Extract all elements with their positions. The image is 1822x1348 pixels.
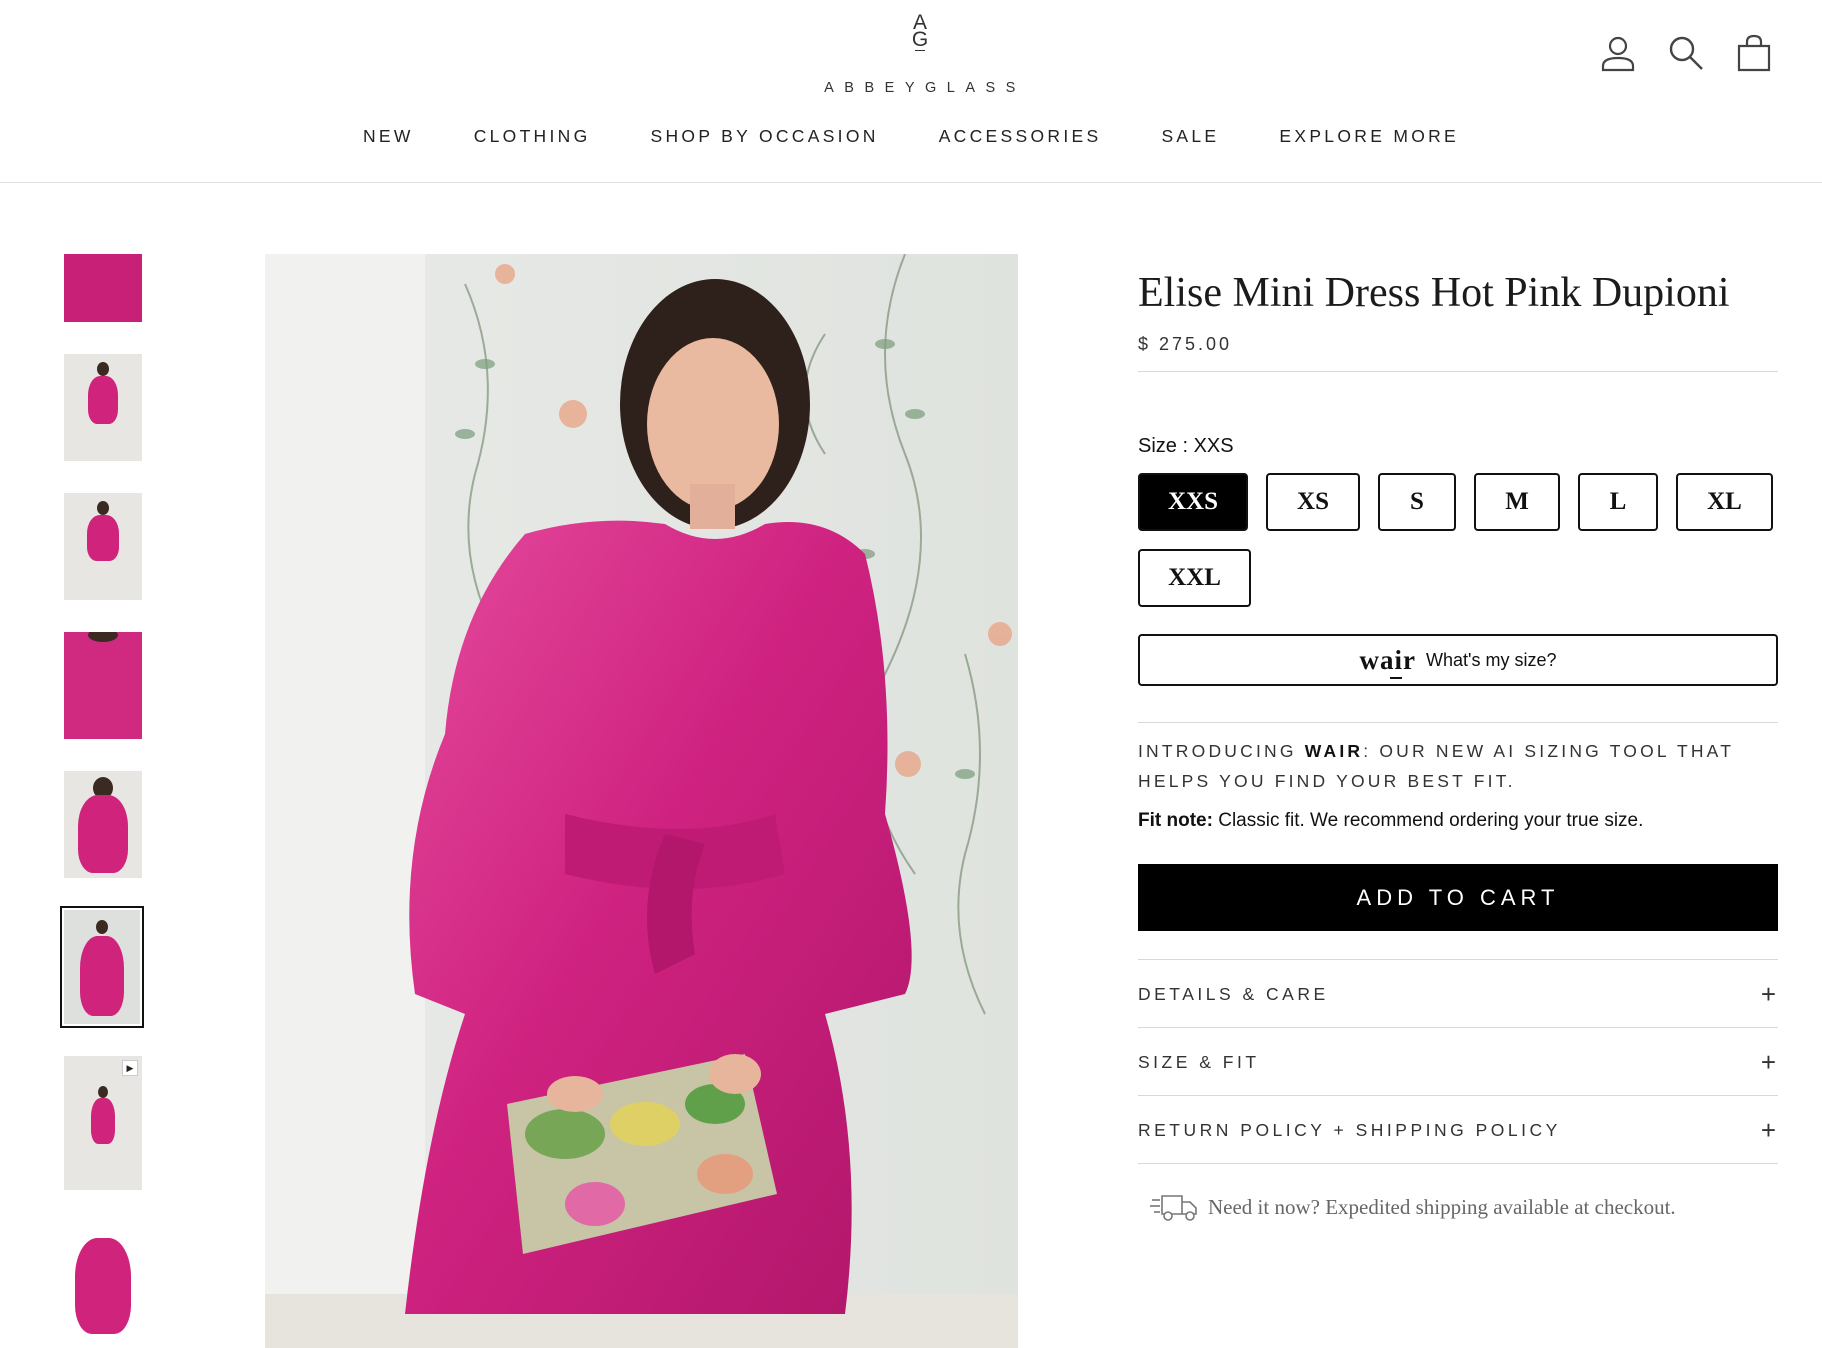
thumbnail-6-active[interactable] — [60, 906, 144, 1028]
size-option-s[interactable]: S — [1378, 473, 1456, 531]
shipping-note: Need it now? Expedited shipping availabl… — [1150, 1192, 1676, 1222]
logo-monogram-g: G — [911, 28, 929, 51]
search-icon[interactable] — [1668, 34, 1704, 72]
add-to-cart-button[interactable]: ADD TO CART — [1138, 864, 1778, 931]
delivery-truck-icon — [1150, 1195, 1197, 1221]
plus-icon: + — [1760, 1114, 1776, 1145]
nav-clothing[interactable]: CLOTHING — [444, 126, 621, 147]
nav-explore-more[interactable]: EXPLORE MORE — [1249, 126, 1489, 147]
accordion-label: RETURN POLICY + SHIPPING POLICY — [1138, 1119, 1561, 1140]
intro-brand: WAIR — [1304, 741, 1364, 761]
product-price: $ 275.00 — [1138, 334, 1233, 354]
account-icon[interactable] — [1600, 34, 1636, 72]
accordion-size-fit[interactable]: SIZE & FIT + — [1138, 1028, 1778, 1096]
product-photo — [265, 254, 1018, 1348]
size-option-xxs[interactable]: XXS — [1138, 473, 1248, 531]
divider — [1138, 722, 1778, 723]
cart-icon[interactable] — [1736, 34, 1772, 72]
wair-logo: wair — [1359, 644, 1416, 679]
divider — [1138, 1163, 1778, 1164]
thumbnail-3[interactable] — [64, 493, 142, 600]
accordion-details-care[interactable]: DETAILS & CARE + — [1138, 960, 1778, 1028]
divider — [1138, 371, 1778, 372]
brand-logo[interactable]: A G ABBEYGLASS — [800, 12, 1040, 98]
accordion-label: SIZE & FIT — [1138, 1051, 1260, 1072]
accordion-return-shipping[interactable]: RETURN POLICY + SHIPPING POLICY + — [1138, 1096, 1778, 1164]
accordion-label: DETAILS & CARE — [1138, 983, 1329, 1004]
logo-monogram: A G — [900, 12, 940, 51]
header-actions — [1600, 34, 1772, 72]
nav-new[interactable]: NEW — [333, 126, 444, 147]
size-option-xs[interactable]: XS — [1266, 473, 1360, 531]
fit-note: Fit note: Classic fit. We recommend orde… — [1138, 810, 1643, 832]
nav-shop-by-occasion[interactable]: SHOP BY OCCASION — [621, 126, 909, 147]
thumbnail-2[interactable] — [64, 354, 142, 461]
wair-intro-text: INTRODUCING WAIR: OUR NEW AI SIZING TOOL… — [1138, 736, 1778, 796]
thumbnail-8[interactable] — [64, 1228, 142, 1348]
fit-note-text: Classic fit. We recommend ordering your … — [1212, 810, 1644, 831]
wair-button-label: What's my size? — [1426, 649, 1557, 670]
size-option-m[interactable]: M — [1474, 473, 1560, 531]
main-nav: NEW CLOTHING SHOP BY OCCASION ACCESSORIE… — [0, 126, 1822, 147]
thumbnail-7-video[interactable]: ▶ — [64, 1056, 142, 1190]
size-option-xxl[interactable]: XXL — [1138, 549, 1251, 607]
nav-sale[interactable]: SALE — [1131, 126, 1249, 147]
thumbnail-5[interactable] — [64, 771, 142, 878]
site-header: A G ABBEYGLASS NEW CLOTHING SHOP BY OCCA… — [0, 0, 1822, 183]
play-icon: ▶ — [122, 1060, 138, 1076]
nav-accessories[interactable]: ACCESSORIES — [909, 126, 1132, 147]
fit-note-label: Fit note: — [1138, 810, 1213, 831]
thumbnail-4[interactable] — [64, 632, 142, 739]
main-product-image[interactable] — [265, 254, 1018, 1348]
size-label: Size : XXS — [1138, 435, 1234, 457]
logo-wordmark: ABBEYGLASS — [824, 80, 1026, 96]
plus-icon: + — [1760, 978, 1776, 1009]
size-option-xl[interactable]: XL — [1676, 473, 1773, 531]
plus-icon: + — [1760, 1046, 1776, 1077]
intro-prefix: INTRODUCING — [1138, 741, 1305, 761]
thumbnail-1[interactable] — [64, 254, 142, 322]
wair-size-button[interactable]: wair What's my size? — [1138, 634, 1778, 686]
size-option-l[interactable]: L — [1578, 473, 1658, 531]
product-title: Elise Mini Dress Hot Pink Dupioni — [1138, 270, 1730, 316]
shipping-note-text: Need it now? Expedited shipping availabl… — [1208, 1194, 1676, 1219]
